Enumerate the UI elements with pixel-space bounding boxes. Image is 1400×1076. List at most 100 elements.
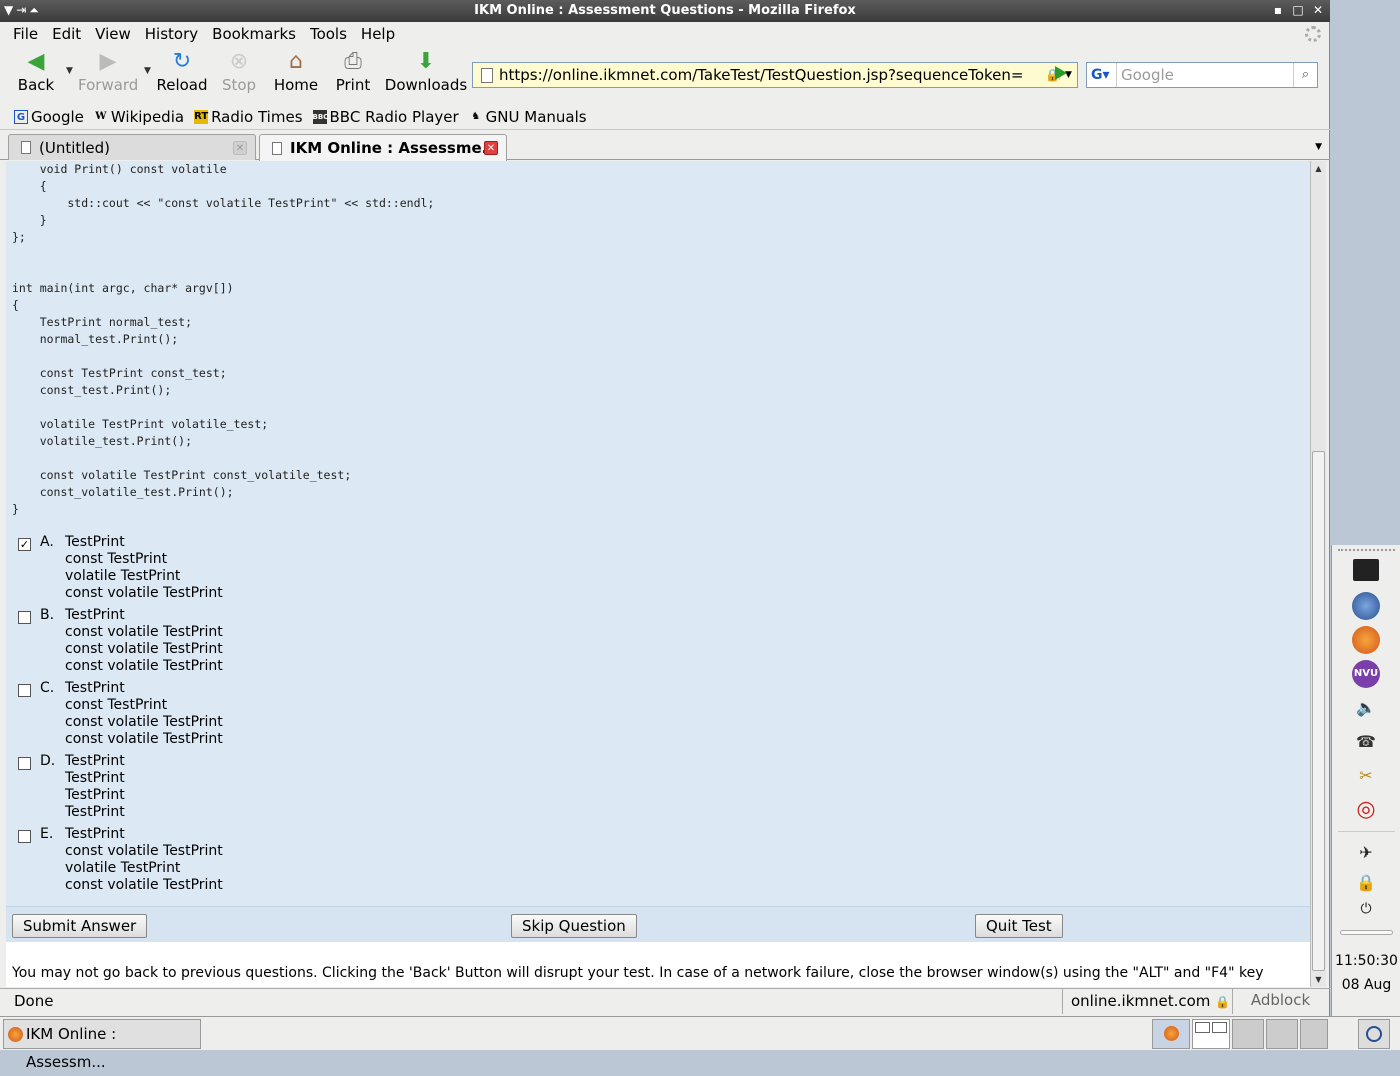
window-title: IKM Online : Assessment Questions - Mozi…: [474, 3, 856, 18]
answer-e-checkbox[interactable]: [18, 830, 31, 843]
go-arrow-icon[interactable]: [1055, 66, 1067, 80]
bookmark-wikipedia[interactable]: W Wikipedia: [94, 108, 184, 126]
lock-screen-icon[interactable]: 🔒: [1352, 869, 1380, 897]
speaker-icon[interactable]: 🔈: [1352, 694, 1380, 722]
answer-line: volatile TestPrint: [65, 568, 181, 584]
reload-button[interactable]: ↻ Reload: [156, 49, 208, 95]
warning-text: You may not go back to previous question…: [12, 965, 1264, 981]
show-desktop-icon[interactable]: [1358, 1019, 1390, 1049]
answer-line: TestPrint: [65, 826, 125, 842]
search-icon[interactable]: ⌕: [1293, 63, 1317, 87]
back-button[interactable]: ◀ Back: [14, 50, 58, 95]
menu-history[interactable]: History: [138, 25, 205, 43]
firefox-window: ▼⇥⏶ IKM Online : Assessment Questions - …: [0, 0, 1330, 1016]
panel-divider: [1338, 831, 1395, 832]
home-icon: ⌂: [289, 49, 303, 74]
workspace-pager-1[interactable]: [1192, 1019, 1230, 1049]
back-dropdown-icon[interactable]: ▼: [66, 66, 73, 76]
answer-d-checkbox[interactable]: [18, 757, 31, 770]
terminal-icon[interactable]: [1353, 559, 1379, 581]
url-text[interactable]: https://online.ikmnet.com/TakeTest/TestQ…: [499, 66, 1045, 84]
firefox-icon[interactable]: [1352, 626, 1380, 654]
window-thumb: [1195, 1022, 1210, 1033]
answer-b-checkbox[interactable]: [18, 611, 31, 624]
lock-icon[interactable]: 🔒: [1215, 995, 1230, 1009]
menu-edit[interactable]: Edit: [45, 25, 88, 43]
answer-e: E. TestPrint const volatile TestPrint vo…: [18, 826, 223, 894]
answer-c: C. TestPrint const TestPrint const volat…: [18, 680, 223, 748]
action-button-row: Submit Answer Skip Question Quit Test: [6, 906, 1310, 942]
tab-list-dropdown-icon[interactable]: ▼: [1315, 142, 1322, 152]
scrollbar-thumb[interactable]: [1312, 451, 1325, 971]
pin-icon[interactable]: ✈: [1352, 839, 1380, 867]
menu-bookmarks[interactable]: Bookmarks: [205, 25, 303, 43]
workspace-pager-2[interactable]: [1232, 1019, 1264, 1049]
answer-a: ✓ A. TestPrint const TestPrint volatile …: [18, 534, 223, 601]
forward-button[interactable]: ▶ Forward: [78, 49, 138, 95]
taskbar-firefox-item[interactable]: IKM Online : Assessm...: [3, 1019, 201, 1071]
gnu-favicon-icon: ♞: [471, 110, 481, 122]
tools-icon[interactable]: ✂: [1352, 762, 1380, 790]
menu-view[interactable]: View: [88, 25, 138, 43]
tab-close-icon[interactable]: ✕: [484, 141, 498, 155]
power-icon[interactable]: ⏻: [1352, 895, 1380, 923]
google-favicon-icon: G: [14, 109, 28, 124]
answer-line: TestPrint: [65, 770, 125, 786]
adblock-button[interactable]: Adblock: [1232, 989, 1328, 1014]
google-engine-icon[interactable]: G▾: [1087, 63, 1117, 87]
clock-time: 11:50:30: [1335, 953, 1398, 969]
panel-handle[interactable]: [1338, 549, 1395, 551]
status-text: Done: [14, 992, 54, 1010]
scroll-up-arrow-icon[interactable]: ▲: [1311, 161, 1326, 176]
tab-ikm-online[interactable]: IKM Online : Assessme... ✕: [259, 134, 507, 161]
scroll-down-arrow-icon[interactable]: ▼: [1311, 972, 1326, 987]
workspace-pager-4[interactable]: [1300, 1019, 1328, 1049]
menu-tools[interactable]: Tools: [303, 25, 354, 43]
answer-a-checkbox[interactable]: ✓: [18, 538, 31, 551]
close-icon[interactable]: ✕: [1310, 2, 1326, 18]
answer-c-checkbox[interactable]: [18, 684, 31, 697]
quit-test-button[interactable]: Quit Test: [975, 914, 1063, 938]
title-bar: ▼⇥⏶ IKM Online : Assessment Questions - …: [0, 0, 1330, 22]
thunderbird-icon[interactable]: [1352, 592, 1380, 620]
telephone-icon[interactable]: ☎: [1352, 728, 1380, 756]
help-lifebuoy-icon[interactable]: ◎: [1352, 796, 1380, 824]
stop-button[interactable]: ⊗ Stop: [220, 50, 258, 95]
desktop-icon: [1366, 1026, 1382, 1042]
menu-help[interactable]: Help: [354, 25, 402, 43]
answer-line: TestPrint: [65, 607, 125, 623]
search-input[interactable]: Google: [1117, 66, 1293, 84]
maximize-icon[interactable]: □: [1290, 2, 1306, 18]
reload-icon: ↻: [172, 49, 192, 74]
search-box[interactable]: G▾ Google ⌕: [1086, 62, 1318, 88]
bookmark-google[interactable]: G Google: [14, 108, 84, 126]
answer-line: TestPrint: [65, 534, 125, 550]
tab-close-icon[interactable]: ✕: [233, 141, 247, 155]
bookmarks-toolbar: G Google W Wikipedia RT Radio Times BBC …: [0, 104, 1330, 130]
print-button[interactable]: ⎙ Print: [334, 50, 372, 95]
taskbar-firefox-mini[interactable]: [1152, 1019, 1190, 1049]
bookmark-radio-times[interactable]: RT Radio Times: [194, 108, 303, 126]
answer-d: D. TestPrint TestPrint TestPrint TestPri…: [18, 753, 223, 821]
home-button[interactable]: ⌂ Home: [272, 49, 320, 95]
tab-bar: (Untitled) ✕ IKM Online : Assessme... ✕ …: [0, 132, 1330, 161]
workspace-pager-3[interactable]: [1266, 1019, 1298, 1049]
tab-untitled[interactable]: (Untitled) ✕: [8, 134, 256, 160]
nvu-icon[interactable]: NVU: [1352, 660, 1380, 688]
vertical-scrollbar[interactable]: ▲ ▼: [1310, 161, 1326, 987]
firefox-icon: [8, 1027, 23, 1042]
bookmark-bbc-radio-player[interactable]: BBC BBC Radio Player: [312, 108, 459, 126]
throbber-icon: [1305, 26, 1321, 42]
forward-dropdown-icon[interactable]: ▼: [144, 66, 151, 76]
bookmark-gnu-manuals[interactable]: ♞ GNU Manuals: [469, 108, 586, 126]
minimize-icon[interactable]: ▪: [1270, 2, 1286, 18]
url-bar[interactable]: https://online.ikmnet.com/TakeTest/TestQ…: [472, 62, 1078, 88]
skip-question-button[interactable]: Skip Question: [511, 914, 637, 938]
downloads-button[interactable]: ⬇ Downloads: [384, 50, 468, 95]
forward-arrow-icon: ▶: [99, 49, 117, 74]
answer-line: TestPrint: [65, 753, 125, 769]
submit-answer-button[interactable]: Submit Answer: [12, 914, 148, 938]
menu-file[interactable]: File: [6, 25, 45, 43]
answer-line: const TestPrint: [65, 551, 168, 567]
volume-slider[interactable]: [1340, 930, 1393, 935]
